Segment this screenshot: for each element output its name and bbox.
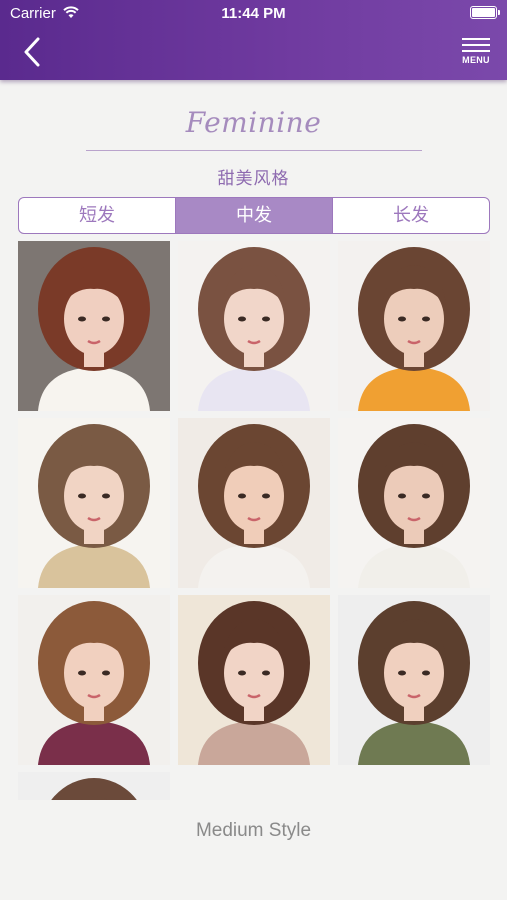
hairstyle-image	[178, 595, 330, 765]
back-button[interactable]	[18, 34, 48, 70]
hairstyle-photo[interactable]	[178, 241, 330, 411]
tab-medium[interactable]: 中发	[175, 198, 332, 233]
hairstyle-image	[18, 418, 170, 588]
hairstyle-image	[18, 595, 170, 765]
title-divider	[86, 150, 422, 151]
hairstyle-image	[178, 241, 330, 411]
tab-long[interactable]: 长发	[332, 198, 489, 233]
hairstyle-image	[18, 772, 170, 800]
hairstyle-photo[interactable]	[18, 418, 170, 588]
hairstyle-photo[interactable]	[18, 772, 170, 800]
menu-button[interactable]: MENU	[459, 34, 493, 70]
tab-short[interactable]: 短发	[19, 198, 175, 233]
menu-label: MENU	[462, 55, 490, 65]
hairstyle-photo[interactable]	[178, 418, 330, 588]
hairstyle-image	[338, 241, 490, 411]
hairstyle-photo[interactable]	[18, 595, 170, 765]
hairstyle-photo[interactable]	[338, 418, 490, 588]
hairstyle-image	[18, 241, 170, 411]
navigation-bar: Carrier 11:44 PM MENU	[0, 0, 507, 80]
section-heading: Feminine 甜美风格	[0, 106, 507, 188]
section-title: Feminine	[185, 106, 322, 139]
hairstyle-image	[338, 418, 490, 588]
battery-icon	[470, 6, 500, 19]
length-tabs: 短发 中发 长发	[18, 197, 490, 234]
status-bar: Carrier 11:44 PM	[0, 0, 507, 28]
hamburger-icon	[459, 34, 493, 52]
hairstyle-image	[338, 595, 490, 765]
clock: 11:44 PM	[221, 5, 286, 22]
hairstyle-photo[interactable]	[18, 241, 170, 411]
hairstyle-image	[178, 418, 330, 588]
footer-caption: Medium Style	[195, 820, 312, 841]
hairstyle-photo[interactable]	[338, 241, 490, 411]
hairstyle-photo[interactable]	[338, 595, 490, 765]
hairstyle-photo[interactable]	[178, 595, 330, 765]
chevron-left-icon	[24, 37, 40, 67]
section-subtitle: 甜美风格	[217, 169, 290, 188]
